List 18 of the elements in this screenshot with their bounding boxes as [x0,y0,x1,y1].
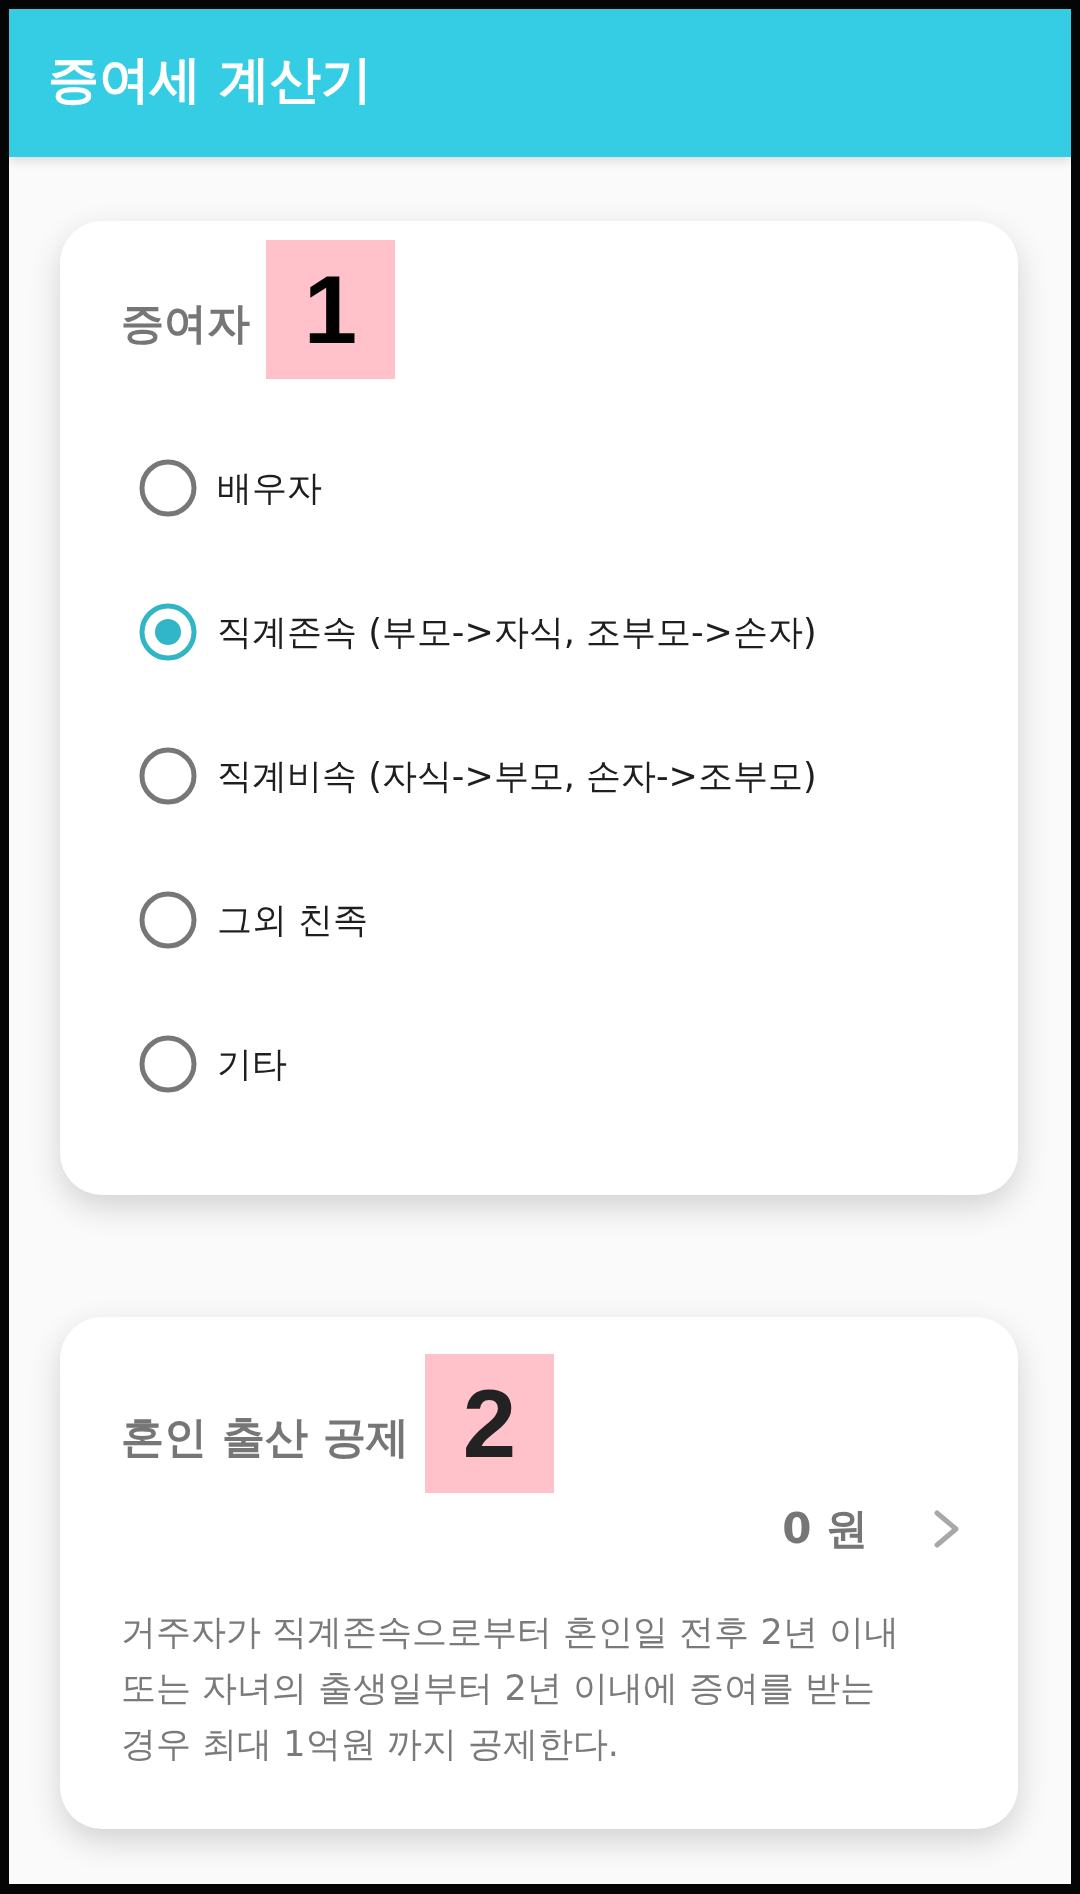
radio-empty-icon[interactable] [139,1035,197,1093]
radio-option[interactable]: 배우자 [139,416,322,560]
amount-button[interactable]: 0 원 [782,1499,960,1559]
step-marker: 2 [424,1354,554,1493]
chevron-right-icon [934,1510,960,1548]
radio-empty-icon[interactable] [139,459,197,517]
section-title: 혼인 출산 공제 [121,1411,409,1464]
section-title: 증여자 [121,297,250,350]
radio-option[interactable]: 직계비속 (자식->부모, 손자->조부모) [139,704,817,848]
radio-empty-icon[interactable] [139,891,197,949]
app-title: 증여세 계산기 [48,49,372,112]
radio-empty-icon[interactable] [139,747,197,805]
description-text: 거주자가 직계존속으로부터 혼인일 전후 2년 이내 또는 자녀의 출생일부터 2년 이내에 증여를 받는 경우 최대 1억원 까지 공제한다. [121,1611,900,1766]
radio-option[interactable]: 직계존속 (부모->자식, 조부모->손자) [139,560,817,704]
step-marker: 1 [266,240,395,379]
radio-selected-icon[interactable] [139,603,197,661]
radio-option[interactable]: 그외 친족 [139,848,369,992]
radio-option[interactable]: 기타 [139,992,287,1136]
